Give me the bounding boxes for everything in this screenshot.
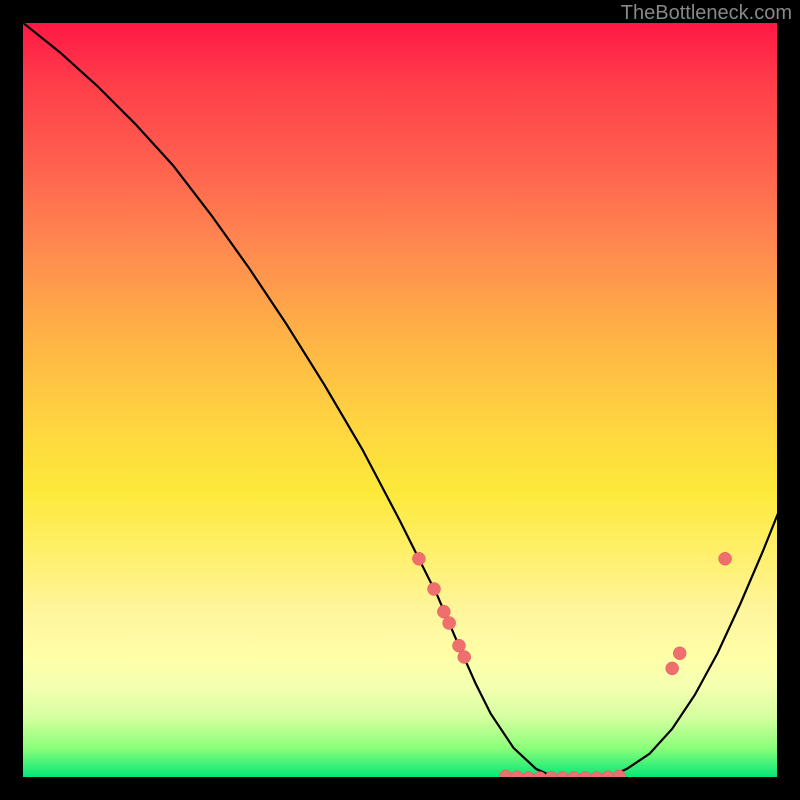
data-marker — [545, 772, 558, 779]
data-marker — [458, 651, 471, 664]
data-marker — [412, 552, 425, 565]
data-marker — [590, 772, 603, 779]
watermark-text: TheBottleneck.com — [621, 2, 792, 25]
data-marker — [556, 772, 569, 779]
data-marker — [567, 772, 580, 779]
data-marker — [511, 771, 524, 778]
curve-line — [22, 22, 778, 778]
data-marker — [437, 605, 450, 618]
data-marker — [428, 583, 441, 596]
data-marker — [579, 772, 592, 779]
marker-group — [412, 552, 731, 778]
data-marker — [452, 639, 465, 652]
data-marker — [719, 552, 732, 565]
chart-svg — [22, 22, 778, 778]
data-marker — [522, 772, 535, 779]
data-marker — [601, 771, 614, 778]
data-marker — [666, 662, 679, 675]
data-marker — [443, 617, 456, 630]
data-marker — [499, 770, 512, 778]
data-marker — [673, 647, 686, 660]
plot-area — [22, 22, 778, 778]
